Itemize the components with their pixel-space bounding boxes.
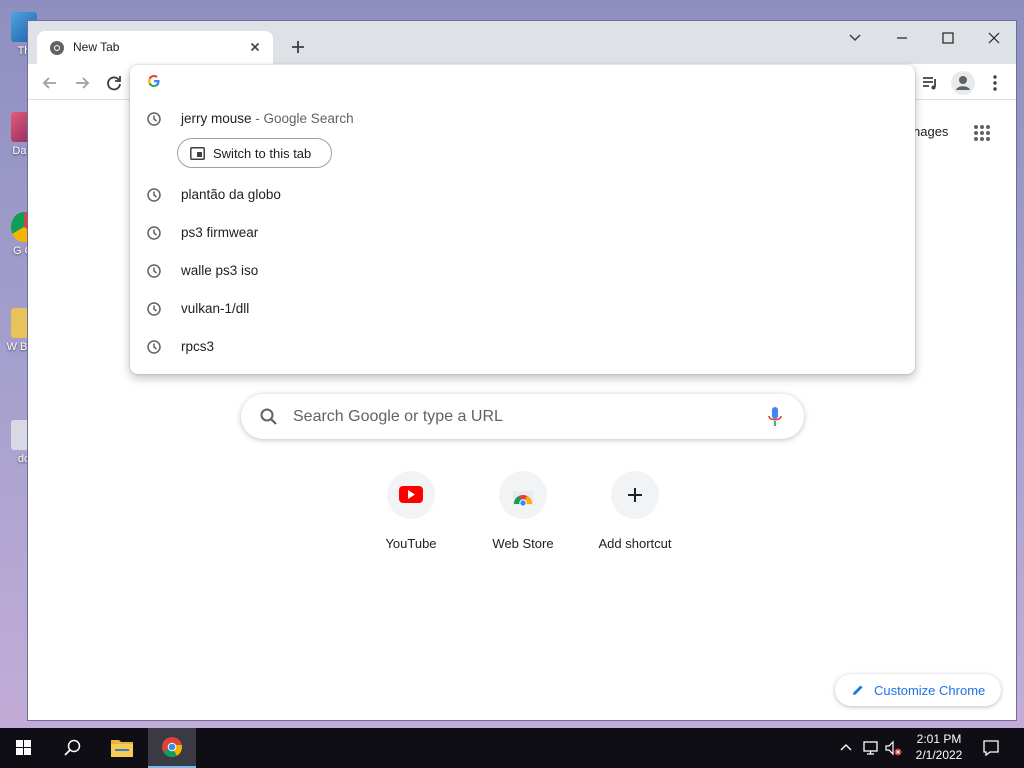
reload-icon[interactable] <box>104 73 124 93</box>
suggestion-text: rpcs3 <box>181 339 215 354</box>
history-clock-icon <box>147 188 161 202</box>
minimize-button[interactable] <box>888 27 916 49</box>
chrome-favicon-icon <box>50 41 64 55</box>
suggestion-text: vulkan-1/dll <box>181 301 250 316</box>
pencil-icon <box>853 685 863 695</box>
media-controls-icon[interactable] <box>920 73 940 93</box>
search-icon <box>64 739 81 756</box>
history-clock-icon <box>147 112 161 126</box>
shortcut-tile <box>611 471 659 519</box>
suggestion-history-item[interactable]: rpcs3 <box>130 328 915 366</box>
youtube-icon <box>399 486 423 503</box>
suggestion-text: walle ps3 iso <box>181 263 259 278</box>
suggestion-history-item[interactable]: ps3 firmwear <box>130 214 915 252</box>
person-icon <box>956 76 970 90</box>
volume-muted-icon[interactable] <box>884 739 904 757</box>
shortcut-web-store[interactable]: Web Store <box>467 471 579 551</box>
switch-tab-label: Switch to this tab <box>213 146 312 161</box>
suggestion-text: jerry mouse - Google Search <box>181 111 354 126</box>
google-apps-icon[interactable] <box>972 123 992 143</box>
google-g-icon <box>148 75 160 87</box>
suggestion-history-item[interactable]: vulkan-1/dll <box>130 290 915 328</box>
forward-icon[interactable] <box>72 73 92 93</box>
taskbar-chrome-button[interactable] <box>148 728 196 768</box>
network-icon[interactable] <box>862 739 880 757</box>
history-clock-icon <box>147 264 161 278</box>
taskbar: 2:01 PM 2/1/2022 <box>0 728 1024 768</box>
shortcut-label: Add shortcut <box>598 536 672 551</box>
omnibox-dropdown: jerry mouse - Google Search Switch to th… <box>130 65 915 374</box>
close-window-button[interactable] <box>980 27 1008 49</box>
tab-new-tab[interactable]: New Tab <box>37 31 273 64</box>
customize-chrome-button[interactable]: Customize Chrome <box>835 674 1001 706</box>
windows-logo-icon <box>16 740 31 755</box>
web-store-icon <box>513 491 533 507</box>
tab-title: New Tab <box>73 40 120 54</box>
add-shortcut-button[interactable]: Add shortcut <box>579 471 691 551</box>
suggestion-text: ps3 firmwear <box>181 225 259 240</box>
voice-search-icon[interactable] <box>766 406 784 428</box>
history-clock-icon <box>147 340 161 354</box>
title-bar: New Tab <box>28 21 1016 64</box>
switch-to-tab-button[interactable]: Switch to this tab <box>177 138 332 168</box>
shortcut-tile <box>499 471 547 519</box>
suggestion-history-item[interactable]: plantão da globo <box>130 176 915 214</box>
shortcut-youtube[interactable]: YouTube <box>355 471 467 551</box>
shortcut-label: YouTube <box>385 536 437 551</box>
suggestion-text: plantão da globo <box>181 187 281 202</box>
suggestion-history-item[interactable]: walle ps3 iso <box>130 252 915 290</box>
clock-time: 2:01 PM <box>916 732 962 746</box>
images-link[interactable]: nages <box>913 124 948 139</box>
customize-label: Customize Chrome <box>874 683 986 698</box>
search-placeholder: Search Google or type a URL <box>293 408 503 425</box>
shortcut-tile <box>387 471 435 519</box>
taskbar-clock[interactable]: 2:01 PM 2/1/2022 <box>906 731 972 763</box>
shortcut-label: Web Store <box>492 536 554 551</box>
new-tab-button[interactable] <box>287 36 309 58</box>
ntp-search-box[interactable]: Search Google or type a URL <box>241 394 804 439</box>
tab-search-icon[interactable] <box>841 27 869 49</box>
folder-icon <box>111 740 133 757</box>
menu-kebab-icon[interactable] <box>985 73 1005 93</box>
suggestion-jerry-mouse[interactable]: jerry mouse - Google Search <box>130 100 915 138</box>
history-clock-icon <box>147 302 161 316</box>
maximize-button[interactable] <box>934 27 962 49</box>
plus-icon <box>628 488 642 502</box>
clock-date: 2/1/2022 <box>915 748 963 762</box>
action-center-icon[interactable] <box>981 738 1001 758</box>
chrome-window: New Tab nages Search Google or type a UR… <box>27 20 1017 721</box>
file-explorer-button[interactable] <box>98 728 146 768</box>
profile-avatar[interactable] <box>951 71 975 95</box>
switch-tab-icon <box>190 147 205 160</box>
show-hidden-icons-icon[interactable] <box>838 740 854 756</box>
history-clock-icon <box>147 226 161 240</box>
close-tab-icon[interactable] <box>247 39 263 55</box>
back-icon[interactable] <box>40 73 60 93</box>
start-button[interactable] <box>0 728 48 768</box>
suggestion-source: - Google Search <box>251 111 354 126</box>
search-icon <box>260 408 277 425</box>
chrome-icon <box>162 737 183 758</box>
suggestion-query: jerry mouse <box>181 111 252 126</box>
taskbar-search-button[interactable] <box>48 728 96 768</box>
